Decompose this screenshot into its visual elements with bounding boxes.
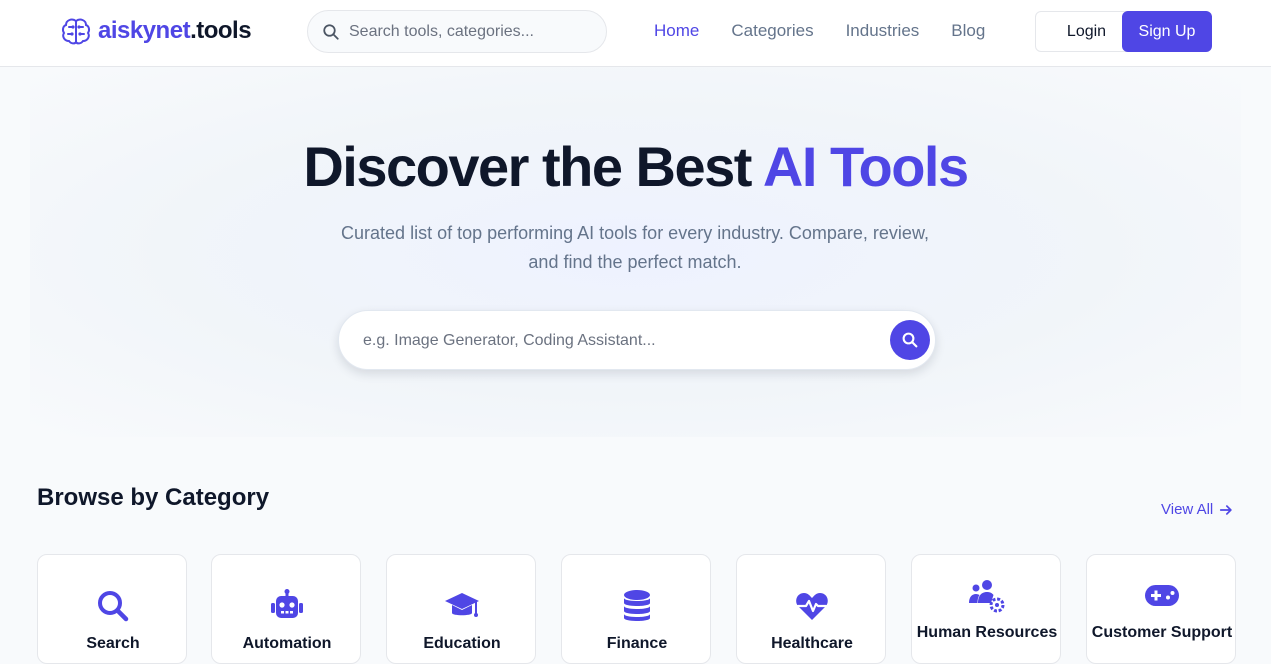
category-card-human-resources[interactable]: Human Resources xyxy=(911,554,1061,664)
hero-title-main: Discover the Best xyxy=(303,135,752,198)
category-label: Automation xyxy=(242,635,332,652)
view-all-link[interactable]: View All xyxy=(1161,501,1233,518)
nav-search[interactable] xyxy=(307,10,607,53)
hero-search-button[interactable] xyxy=(890,320,930,360)
hero-search-input[interactable] xyxy=(363,329,863,353)
brand-logo[interactable]: aiskynet.tools xyxy=(60,14,252,48)
categories-title: Browse by Category xyxy=(37,484,270,511)
arrow-right-icon xyxy=(1220,504,1232,515)
hero-subtitle: Curated list of top performing AI tools … xyxy=(341,223,929,272)
category-card-customer-support[interactable]: Customer Support xyxy=(1086,554,1236,664)
database-icon xyxy=(619,588,655,624)
category-label: Healthcare xyxy=(771,635,853,652)
category-card-automation[interactable]: Automation xyxy=(211,554,361,664)
robot-icon xyxy=(269,588,305,624)
category-label: Finance xyxy=(606,635,668,652)
search-icon xyxy=(323,23,339,40)
hero-search[interactable] xyxy=(338,310,936,370)
category-card-education[interactable]: Education xyxy=(386,554,536,664)
category-label: Search xyxy=(86,635,140,652)
category-label: Customer Support xyxy=(1091,624,1233,641)
hero-title-accent: AI Tools xyxy=(762,135,969,198)
category-card-healthcare[interactable]: Healthcare xyxy=(736,554,886,664)
category-label: Education xyxy=(423,635,501,652)
search-icon xyxy=(95,588,131,624)
category-label: Human Resources xyxy=(916,624,1058,641)
signup-button[interactable]: Sign Up xyxy=(1122,11,1212,52)
nav-link-blog[interactable]: Blog xyxy=(951,20,985,42)
brain-icon xyxy=(61,18,91,45)
nav-search-input[interactable] xyxy=(349,22,589,41)
main-nav: Home Categories Industries Blog xyxy=(654,20,1017,42)
heart-pulse-icon xyxy=(794,588,830,624)
nav-link-categories[interactable]: Categories xyxy=(731,20,813,42)
graduation-cap-icon xyxy=(444,588,480,624)
search-icon xyxy=(902,332,918,348)
users-gear-icon xyxy=(969,577,1005,613)
view-all-label: View All xyxy=(1161,501,1214,518)
category-card-finance[interactable]: Finance xyxy=(561,554,711,664)
category-card-search[interactable]: Search xyxy=(37,554,187,664)
brand-name-main: aiskynet xyxy=(98,17,191,44)
nav-link-home[interactable]: Home xyxy=(654,20,699,42)
nav-link-industries[interactable]: Industries xyxy=(846,20,920,42)
hero-title: Discover the Best AI Tools xyxy=(0,133,1271,201)
gamepad-icon xyxy=(1144,577,1180,613)
brand-name-tld: .tools xyxy=(190,17,252,44)
navbar: aiskynet.tools Home Categories Industrie… xyxy=(0,0,1271,67)
brand-name: aiskynet.tools xyxy=(98,17,252,45)
